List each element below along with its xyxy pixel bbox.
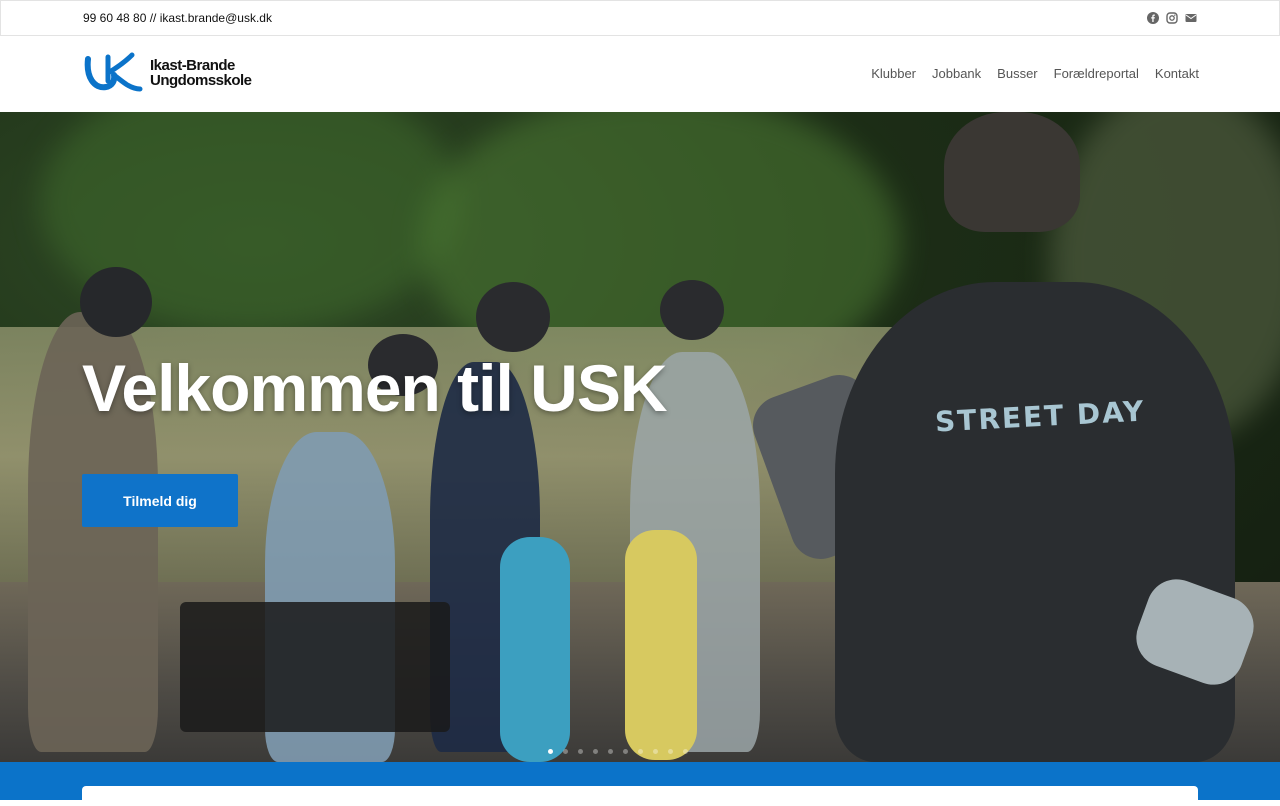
slider-dot-10[interactable] — [683, 749, 688, 754]
slider-dot-5[interactable] — [608, 749, 613, 754]
hero-slider: STREET DAY Velkommen til USK Tilmeld dig — [0, 112, 1280, 762]
slider-dot-7[interactable] — [638, 749, 643, 754]
instagram-icon[interactable] — [1166, 11, 1178, 24]
logo-text: Ikast-Brande Ungdomsskole — [150, 58, 252, 88]
slider-dot-2[interactable] — [563, 749, 568, 754]
slider-dot-4[interactable] — [593, 749, 598, 754]
contact-info[interactable]: 99 60 48 80 // ikast.brande@usk.dk — [83, 11, 272, 25]
nav-foraeldreportal[interactable]: Forældreportal — [1054, 66, 1139, 81]
social-links — [1147, 11, 1197, 24]
top-contact-bar: 99 60 48 80 // ikast.brande@usk.dk — [0, 0, 1280, 36]
slider-dot-1[interactable] — [548, 749, 553, 754]
main-nav: Klubber Jobbank Busser Forældreportal Ko… — [871, 66, 1199, 81]
nav-busser[interactable]: Busser — [997, 66, 1037, 81]
usk-logo-mark — [84, 52, 143, 92]
envelope-icon[interactable] — [1185, 11, 1197, 23]
content-card — [82, 786, 1198, 806]
signup-button[interactable]: Tilmeld dig — [82, 474, 238, 527]
slider-dot-6[interactable] — [623, 749, 628, 754]
logo-line-2: Ungdomsskole — [150, 72, 252, 89]
nav-kontakt[interactable]: Kontakt — [1155, 66, 1199, 81]
slider-dot-9[interactable] — [668, 749, 673, 754]
slider-dot-3[interactable] — [578, 749, 583, 754]
slider-dot-8[interactable] — [653, 749, 658, 754]
logo-line-1: Ikast-Brande — [150, 57, 235, 74]
nav-klubber[interactable]: Klubber — [871, 66, 916, 81]
slider-dots — [548, 749, 688, 754]
facebook-icon[interactable] — [1147, 11, 1159, 24]
hero-title: Velkommen til USK — [82, 351, 668, 425]
nav-jobbank[interactable]: Jobbank — [932, 66, 981, 81]
site-header: Ikast-Brande Ungdomsskole Klubber Jobban… — [0, 36, 1280, 112]
logo[interactable]: Ikast-Brande Ungdomsskole — [84, 51, 252, 95]
